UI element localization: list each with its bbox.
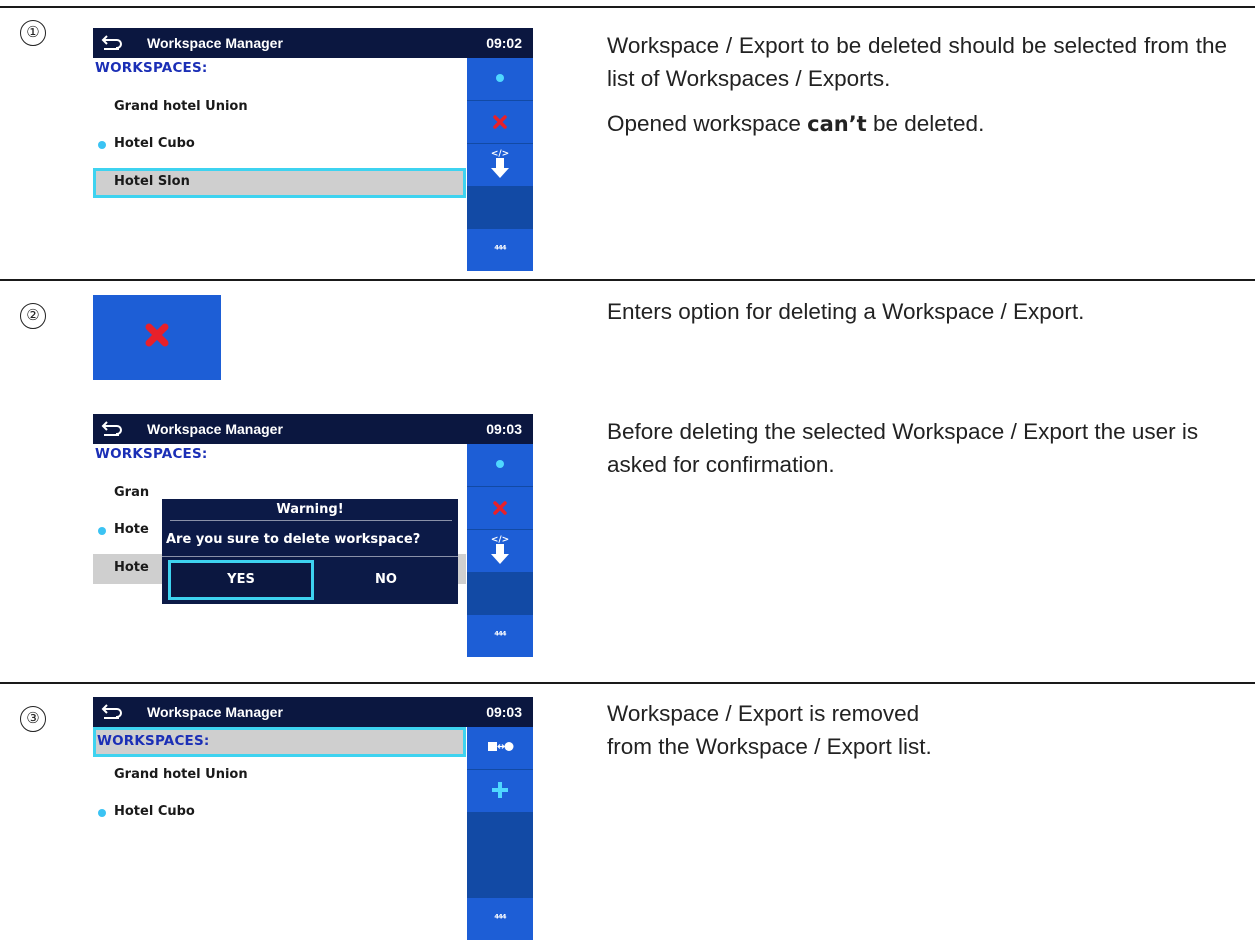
svg-text:</>: </> [491, 535, 509, 545]
workspace-item-selected[interactable]: Hotel Slon [114, 174, 190, 189]
clock: 09:03 [486, 421, 522, 437]
more-options-button[interactable]: ⁴⁴⁴ [467, 615, 533, 657]
link-button[interactable] [467, 727, 533, 769]
p2-bold: can’t [807, 112, 867, 136]
export-button[interactable]: </> [467, 530, 533, 572]
rule-2 [0, 682, 1255, 684]
step-1-paragraph-2: Opened workspace can’t be deleted. [607, 107, 1227, 141]
workspace-item[interactable]: Grand hotel Union [114, 99, 248, 114]
workspace-item[interactable]: Grand hotel Union [114, 767, 248, 782]
export-arrow-icon: </> [491, 535, 509, 564]
top-rule [0, 6, 1255, 8]
more-icon: ⁴⁴⁴ [494, 912, 506, 925]
red-x-icon [145, 323, 169, 347]
p2-before: Opened workspace [607, 111, 808, 136]
step-3-number: ③ [20, 706, 46, 732]
step-2-description-1: Enters option for deleting a Workspace /… [607, 299, 1085, 324]
more-options-button[interactable]: ⁴⁴⁴ [467, 898, 533, 940]
clock: 09:02 [486, 35, 522, 51]
side-panel: </> ⁴⁴⁴ [467, 444, 533, 657]
dialog-divider [162, 556, 458, 557]
delete-button[interactable] [467, 101, 533, 143]
step-1-description: Workspace / Export to be deleted should … [607, 29, 1227, 153]
step-1-screen: Workspace Manager 09:02 WORKSPACES: Gran… [93, 28, 533, 271]
p2-after: be deleted. [866, 111, 985, 136]
step-2-description-2: Before deleting the selected Workspace /… [607, 419, 1199, 477]
no-button[interactable]: NO [320, 560, 452, 600]
open-button[interactable] [467, 444, 533, 486]
back-arrow-icon[interactable] [101, 31, 123, 53]
clock: 09:03 [486, 704, 522, 720]
dialog-divider [170, 520, 452, 521]
step-2-number: ② [20, 303, 46, 329]
delete-button[interactable] [467, 487, 533, 529]
dialog-title: Warning! [276, 502, 344, 517]
step-1-number: ① [20, 20, 46, 46]
more-options-button[interactable]: ⁴⁴⁴ [467, 229, 533, 271]
step-1-paragraph-1: Workspace / Export to be deleted should … [607, 33, 1227, 91]
back-arrow-icon[interactable] [101, 700, 123, 722]
step-3-screen: Workspace Manager 09:03 WORKSPACES: Gran… [93, 697, 533, 940]
rule-1 [0, 279, 1255, 281]
screen-title: Workspace Manager [147, 704, 283, 720]
more-icon: ⁴⁴⁴ [494, 243, 506, 256]
opened-workspace-dot-icon [98, 809, 106, 817]
opened-workspace-dot-icon [98, 141, 106, 149]
export-arrow-icon: </> [491, 149, 509, 178]
workspace-item[interactable]: Hote [114, 522, 149, 537]
workspace-item[interactable]: Gran [114, 485, 149, 500]
dot-icon [496, 460, 504, 468]
opened-workspace-dot-icon [98, 527, 106, 535]
warning-dialog: Warning! Are you sure to delete workspac… [162, 499, 458, 604]
screen-title: Workspace Manager [147, 35, 283, 51]
workspace-item[interactable]: Hotel Cubo [114, 136, 195, 151]
red-x-icon [493, 115, 507, 129]
workspaces-header: WORKSPACES: [95, 446, 208, 462]
screen-title: Workspace Manager [147, 421, 283, 437]
title-bar: Workspace Manager 09:03 [93, 414, 533, 444]
open-button[interactable] [467, 58, 533, 100]
title-bar: Workspace Manager 09:02 [93, 28, 533, 58]
yes-button[interactable]: YES [168, 560, 314, 600]
more-icon: ⁴⁴⁴ [494, 629, 506, 642]
workspaces-header: WORKSPACES: [95, 60, 208, 76]
red-x-icon [493, 501, 507, 515]
add-button[interactable] [467, 770, 533, 812]
back-arrow-icon[interactable] [101, 417, 123, 439]
export-button[interactable]: </> [467, 144, 533, 186]
step-2-screen: Workspace Manager 09:03 WORKSPACES: Gran… [93, 414, 533, 657]
dot-icon [496, 74, 504, 82]
svg-text:</>: </> [491, 149, 509, 159]
dialog-message: Are you sure to delete workspace? [166, 532, 421, 547]
delete-button-enlarged [93, 295, 221, 380]
workspace-item[interactable]: Hotel Cubo [114, 804, 195, 819]
side-panel: </> ⁴⁴⁴ [467, 58, 533, 271]
step-3-description: Workspace / Export is removed from the W… [607, 701, 932, 759]
side-panel: ⁴⁴⁴ [467, 727, 533, 940]
square-link-circle-icon [488, 742, 514, 751]
workspaces-header[interactable]: WORKSPACES: [97, 733, 210, 749]
title-bar: Workspace Manager 09:03 [93, 697, 533, 727]
plus-icon [492, 782, 508, 798]
workspace-item-selected[interactable]: Hote [114, 560, 149, 575]
